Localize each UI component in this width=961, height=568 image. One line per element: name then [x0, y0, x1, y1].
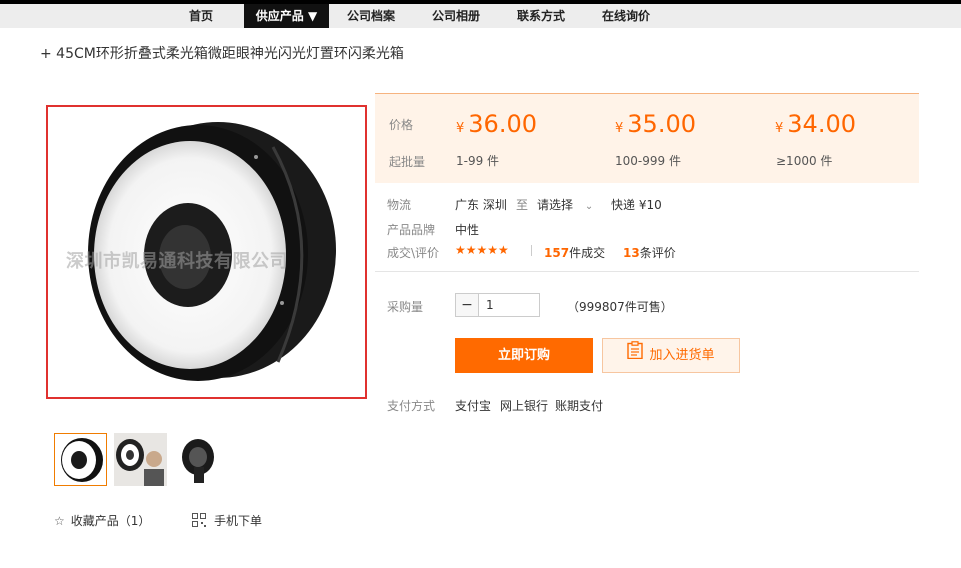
favorite-button[interactable]: ☆ 收藏产品（1）	[54, 512, 150, 529]
thumbnail-2[interactable]	[114, 433, 167, 486]
range-tier-2: 100-999 件	[615, 154, 681, 168]
currency-symbol: ¥	[456, 121, 465, 136]
price-value: 36.00	[468, 110, 537, 138]
thumbnail-3[interactable]	[174, 433, 227, 486]
nav-item-inquiry[interactable]: 在线询价	[594, 4, 658, 28]
buy-now-button[interactable]: 立即订购	[455, 338, 593, 373]
mobile-order-button[interactable]: 手机下单	[192, 512, 262, 530]
thumbnail-1[interactable]	[54, 433, 107, 486]
product-title: + 45CM环形折叠式柔光箱微距眼神光闪光灯置环闪柔光箱	[40, 46, 404, 62]
clipboard-icon	[627, 339, 644, 372]
logistics-to: 至	[516, 198, 529, 212]
range-tier-1: 1-99 件	[456, 154, 500, 168]
section-divider	[375, 271, 919, 272]
currency-symbol: ¥	[615, 121, 624, 136]
payment-label: 支付方式	[387, 399, 436, 413]
deals-suffix: 件成交	[569, 246, 606, 260]
qr-code-icon	[192, 513, 206, 530]
chevron-down-icon: ⌄	[584, 201, 594, 212]
add-to-cart-button[interactable]: 加入进货单	[602, 338, 740, 373]
reviews-label: 成交\评价	[387, 246, 440, 260]
logistics-label: 物流	[387, 198, 412, 212]
moq-label: 起批量	[389, 155, 426, 169]
currency-symbol: ¥	[775, 121, 784, 136]
available-stock: （999807件可售）	[567, 300, 673, 314]
star-outline-icon: ☆	[54, 514, 65, 528]
brand-label: 产品品牌	[387, 223, 436, 237]
thumbnail-ring-front	[61, 438, 103, 482]
decrement-button[interactable]: −	[456, 294, 479, 316]
nav-item-products[interactable]: 供应产品 ▼	[244, 4, 329, 28]
reviews-number: 13	[623, 246, 640, 260]
destination-select[interactable]: 请选择 ⌄	[537, 196, 593, 213]
deals-count[interactable]: 157件成交	[544, 244, 605, 261]
quantity-stepper: − 1	[455, 293, 540, 317]
price-value: 34.00	[787, 110, 856, 138]
add-to-cart-label: 加入进货单	[649, 348, 715, 363]
nav-item-home[interactable]: 首页	[175, 4, 227, 28]
price-label: 价格	[389, 118, 414, 132]
payment-method-credit: 账期支付	[555, 399, 604, 413]
divider	[531, 245, 532, 256]
nav-item-contact[interactable]: 联系方式	[509, 4, 573, 28]
logistics-origin: 广东 深圳	[455, 198, 507, 212]
range-tier-3: ≥1000 件	[776, 154, 833, 168]
quantity-input[interactable]: 1	[486, 298, 494, 312]
reviews-suffix: 条评价	[639, 246, 676, 260]
mobile-order-label: 手机下单	[214, 514, 263, 528]
rating-stars: ★★★★★	[455, 243, 509, 257]
brand-value: 中性	[455, 223, 480, 237]
destination-select-label: 请选择	[537, 198, 574, 212]
price-tier-1: ¥36.00	[456, 110, 537, 138]
nav-item-company-album[interactable]: 公司相册	[424, 4, 488, 28]
thumbnail-side-view	[182, 439, 214, 483]
deals-number: 157	[544, 246, 570, 260]
payment-method-alipay: 支付宝	[455, 399, 492, 413]
favorite-label: 收藏产品（1）	[70, 514, 151, 528]
shipping-method: 快递 ¥10	[611, 198, 662, 212]
quantity-label: 采购量	[387, 300, 424, 314]
price-panel	[375, 93, 919, 183]
thumbnail-in-use	[114, 433, 167, 486]
image-watermark: 深圳市凯易通科技有限公司	[66, 251, 288, 272]
reviews-count[interactable]: 13条评价	[623, 244, 676, 261]
payment-method-bank: 网上银行	[500, 399, 549, 413]
price-tier-3: ¥34.00	[775, 110, 856, 138]
main-nav: 首页 供应产品 ▼ 公司档案 公司相册 联系方式 在线询价	[0, 4, 961, 28]
price-tier-2: ¥35.00	[615, 110, 696, 138]
price-value: 35.00	[627, 110, 696, 138]
nav-item-company-profile[interactable]: 公司档案	[339, 4, 403, 28]
